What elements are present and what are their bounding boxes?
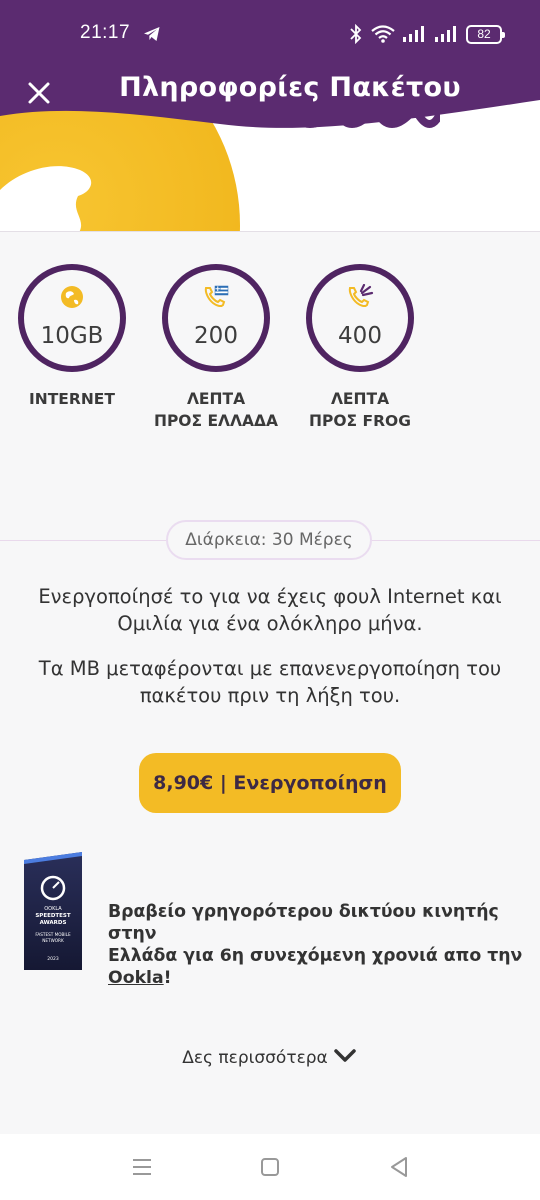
- see-more-toggle[interactable]: Δες περισσότερα: [0, 1047, 540, 1068]
- badge-line3: FASTEST MOBILE: [35, 932, 71, 937]
- stat-ring: 10GB: [18, 264, 126, 372]
- award-line: Ελλάδα για 6η συνεχόμενη χρονιά απο την: [108, 946, 523, 966]
- stat-label: ΛΕΠΤΑ ΠΡΟΣ ΕΛΛΑΔΑ: [132, 388, 300, 432]
- description-paragraph-1: Ενεργοποίησέ το για να έχεις φουλ Intern…: [20, 583, 520, 637]
- wifi-icon: [371, 25, 395, 43]
- phone-greek-flag-icon: [204, 285, 229, 308]
- status-bar: 21:17 82: [0, 0, 540, 66]
- globe-icon: [61, 286, 83, 308]
- chevron-down-icon: [334, 1049, 356, 1062]
- stat-label-line1: ΛΕΠΤΑ: [330, 390, 390, 408]
- award-line: Βραβείο γρηγορότερου δικτύου κινητής στη…: [108, 902, 499, 944]
- signal-1-icon: [403, 26, 424, 42]
- telegram-icon: [144, 27, 160, 41]
- stat-value: 400: [338, 323, 382, 349]
- stat-minutes-frog: 400 ΛΕΠΤΑ ΠΡΟΣ FROG: [306, 264, 414, 432]
- award-line: Ookla!: [108, 967, 528, 989]
- badge-line2: AWARDS: [40, 920, 67, 926]
- phone-frog-icon: [348, 284, 374, 308]
- ookla-link[interactable]: Ookla: [108, 968, 164, 988]
- stat-minutes-greece: 200 ΛΕΠΤΑ ΠΡΟΣ ΕΛΛΑΔΑ: [154, 264, 278, 432]
- description-line: Τα MB μεταφέρονται με επανενεργοποίηση τ…: [38, 657, 502, 680]
- description-line: Ομιλία για ένα ολόκληρο μήνα.: [117, 612, 423, 635]
- stat-value: 10GB: [40, 323, 104, 349]
- stat-label-line2: ΠΡΟΣ FROG: [309, 412, 411, 430]
- speedtest-award-badge: OOKLA SPEEDTEST AWARDS FASTEST MOBILE NE…: [24, 852, 82, 970]
- stat-ring: 200: [162, 264, 270, 372]
- badge-year: 2023: [47, 956, 59, 962]
- duration-badge: Διάρκεια: 30 Μέρες: [166, 520, 372, 560]
- award-line-end: !: [163, 968, 172, 988]
- see-more-label: Δες περισσότερα: [182, 1048, 328, 1068]
- close-button[interactable]: [24, 78, 54, 108]
- stat-label-line1: ΛΕΠΤΑ: [186, 390, 246, 408]
- stat-label-line2: ΠΡΟΣ ΕΛΛΑΔΑ: [153, 412, 279, 430]
- description-line: πακέτου πριν τη λήξη του.: [139, 684, 401, 707]
- bluetooth-icon: [350, 24, 362, 44]
- page-title: Πληροφορίες Πακέτου: [119, 72, 461, 103]
- battery-indicator: 82: [466, 24, 505, 44]
- status-icons: 82: [348, 22, 505, 46]
- back-button[interactable]: [384, 1152, 414, 1182]
- description-paragraph-2: Τα MB μεταφέρονται με επανενεργοποίηση τ…: [20, 655, 520, 709]
- stat-value: 200: [194, 323, 238, 349]
- recent-apps-button[interactable]: [127, 1152, 157, 1182]
- stat-ring: 400: [306, 264, 414, 372]
- badge-line4: NETWORK: [42, 938, 64, 943]
- description-line: Ενεργοποίησέ το για να έχεις φουλ Intern…: [38, 585, 502, 608]
- badge-line1: SPEEDTEST: [35, 913, 71, 919]
- signal-2-icon: [435, 26, 456, 42]
- activate-button[interactable]: 8,90€ | Ενεργοποίηση: [139, 753, 401, 813]
- home-button[interactable]: [255, 1152, 285, 1182]
- award-text: Βραβείο γρηγορότερου δικτύου κινητής στη…: [108, 901, 528, 989]
- system-navigation-bar: [0, 1134, 540, 1200]
- badge-brand: OOKLA: [44, 906, 62, 912]
- package-info-screen: 21:17 82 Πληροφορίες Πακέτου 10GB INTERN…: [0, 0, 540, 1200]
- stat-label: ΛΕΠΤΑ ΠΡΟΣ FROG: [276, 388, 444, 432]
- stat-internet: 10GB INTERNET: [18, 264, 126, 410]
- status-time: 21:17: [80, 22, 131, 43]
